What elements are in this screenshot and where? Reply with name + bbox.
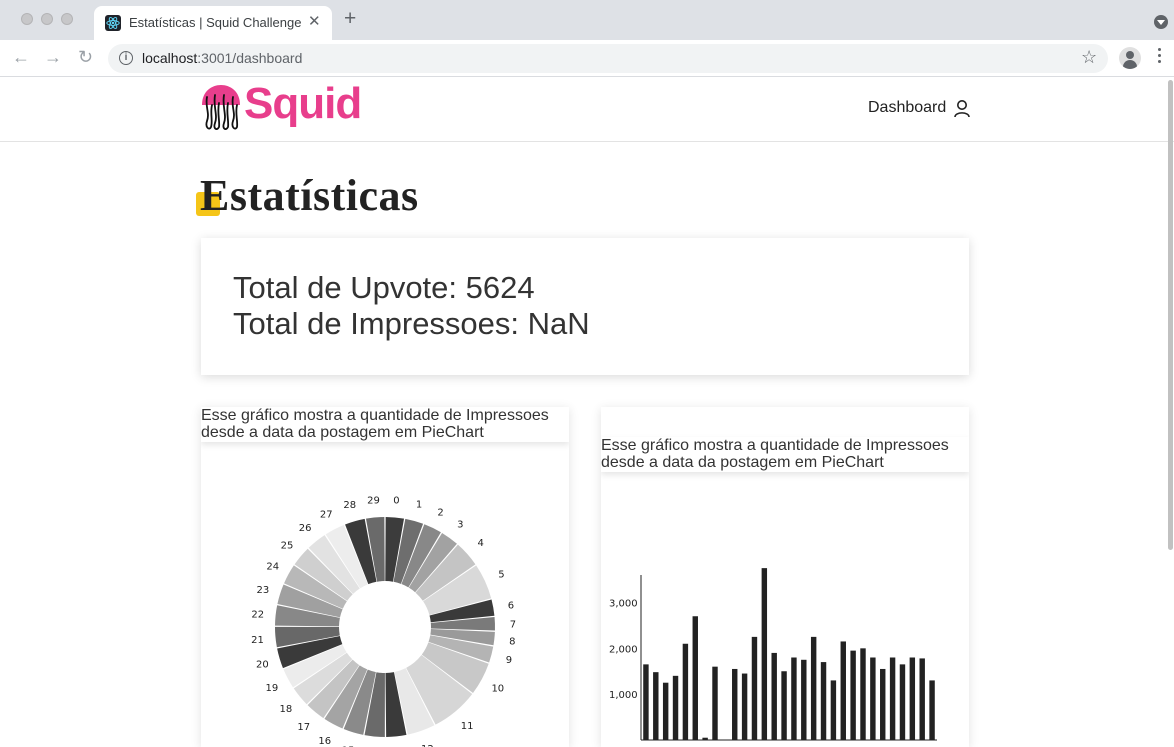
bar[interactable]	[692, 616, 698, 740]
bar[interactable]	[860, 648, 866, 740]
y-tick-label: 3,000	[609, 599, 638, 610]
bar[interactable]	[751, 636, 758, 740]
pie-slice-label: 11	[461, 721, 474, 732]
pie-slice-label: 24	[266, 562, 279, 573]
pie-slice-label: 4	[478, 538, 484, 549]
bar[interactable]	[919, 658, 925, 740]
window-close-button[interactable]	[21, 13, 33, 25]
bar[interactable]	[909, 657, 916, 741]
browser-menu-icon[interactable]	[1158, 48, 1162, 66]
bar[interactable]	[771, 652, 777, 740]
impressions-total: Total de Impressoes: NaN	[233, 306, 590, 341]
bookmark-star-icon[interactable]: ☆	[1081, 47, 1097, 68]
bar-chart-caption: Esse gráfico mostra a quantidade de Impr…	[601, 437, 969, 472]
pie-slice-label: 19	[266, 683, 279, 694]
browser-tab-strip: Estatísticas | Squid Challenge ✕ +	[0, 0, 1174, 40]
pie-chart-card: 0123456789101112131415161718192021222324…	[201, 407, 569, 747]
new-tab-button[interactable]: +	[344, 8, 356, 29]
tab-close-icon[interactable]: ✕	[308, 12, 321, 30]
pie-slice-label: 5	[498, 570, 504, 581]
bar[interactable]	[801, 659, 807, 740]
tab-search-icon[interactable]	[1154, 15, 1168, 29]
bar[interactable]	[682, 643, 689, 740]
squid-logo-icon[interactable]	[200, 83, 242, 133]
upvote-total: Total de Upvote: 5624	[233, 270, 535, 305]
pie-slice-label: 3	[457, 520, 463, 531]
forward-arrow-icon[interactable]: →	[44, 46, 62, 68]
reload-icon[interactable]: ↻	[78, 46, 93, 68]
pie-chart: 0123456789101112131415161718192021222324…	[251, 496, 516, 747]
pie-slice-label: 1	[416, 500, 422, 511]
pie-slice-label: 17	[297, 722, 310, 733]
bar[interactable]	[880, 668, 886, 740]
address-bar[interactable]: i localhost:3001/dashboard ☆	[108, 44, 1108, 73]
pie-slice-label: 18	[280, 704, 293, 715]
bar[interactable]	[870, 657, 876, 741]
bar[interactable]	[761, 568, 768, 740]
pie-slice-label: 20	[256, 660, 269, 671]
bar[interactable]	[929, 680, 935, 740]
bar[interactable]	[702, 737, 708, 740]
bar[interactable]	[741, 673, 748, 740]
pie-slice-label: 2	[437, 508, 443, 519]
pie-slice-label: 22	[251, 610, 264, 621]
browser-tab-active[interactable]: Estatísticas | Squid Challenge ✕	[94, 6, 332, 40]
pie-slice-label: 16	[318, 736, 331, 747]
pie-slice-label: 27	[320, 509, 333, 520]
window-zoom-button[interactable]	[61, 13, 73, 25]
bar[interactable]	[889, 657, 896, 741]
profile-avatar-icon[interactable]	[1119, 47, 1141, 69]
bar-caption-line-2: desde a data da postagem em PieChart	[601, 454, 884, 471]
pie-slice-label: 0	[393, 496, 399, 507]
url-text[interactable]: localhost:3001/dashboard	[142, 50, 302, 66]
page-title: Estatísticas	[200, 171, 419, 220]
pie-caption-line-2: desde a data da postagem em PieChart	[201, 424, 484, 441]
bar-chart-card: 1,000 2,000 3,000 Esse gráfico mostra a qu…	[601, 407, 969, 747]
pie-slice-label: 29	[367, 496, 380, 507]
site-header: Squid Dashboard	[0, 77, 1174, 142]
bar[interactable]	[662, 682, 669, 740]
window-minimize-button[interactable]	[41, 13, 53, 25]
bar[interactable]	[672, 675, 679, 740]
bar[interactable]	[643, 664, 649, 740]
pie-slice-label: 25	[281, 541, 294, 552]
bar[interactable]	[653, 672, 659, 740]
bar[interactable]	[781, 671, 787, 740]
bar[interactable]	[850, 650, 856, 740]
pie-slice-label: 28	[343, 500, 356, 511]
pie-slice-label: 9	[506, 655, 512, 666]
back-arrow-icon[interactable]: ←	[12, 46, 30, 68]
react-favicon-icon	[105, 15, 121, 31]
logo-text[interactable]: Squid	[244, 79, 362, 129]
info-icon[interactable]: i	[119, 51, 133, 65]
pie-slice-label: 23	[256, 585, 269, 596]
page-title-block: Estatísticas	[196, 170, 419, 221]
bar[interactable]	[899, 664, 906, 740]
pie-caption-line-1: Esse gráfico mostra a quantidade de Impr…	[201, 407, 549, 424]
pie-slice-label: 10	[491, 683, 504, 694]
bar-caption-line-1: Esse gráfico mostra a quantidade de Impr…	[601, 437, 949, 454]
tab-title: Estatísticas | Squid Challenge	[129, 15, 302, 30]
bar[interactable]	[810, 636, 817, 740]
y-tick-label: 1,000	[609, 690, 638, 701]
user-icon[interactable]	[953, 99, 971, 119]
nav-dashboard-link[interactable]: Dashboard	[868, 99, 946, 117]
stats-card: Total de Upvote: 5624 Total de Impressoe…	[201, 238, 969, 375]
bar[interactable]	[830, 680, 837, 740]
page-scrollbar[interactable]	[1168, 80, 1173, 550]
pie-slice-label: 26	[299, 523, 312, 534]
pie-chart-caption: Esse gráfico mostra a quantidade de Impr…	[201, 407, 569, 442]
bar[interactable]	[820, 662, 827, 740]
pie-slice-label: 21	[251, 635, 264, 646]
browser-toolbar: ← → ↻ i localhost:3001/dashboard ☆	[0, 40, 1174, 77]
pie-slice-label: 7	[510, 619, 516, 630]
bar[interactable]	[732, 668, 738, 740]
bar[interactable]	[840, 641, 846, 740]
pie-slice-label: 8	[509, 636, 515, 647]
bar[interactable]	[791, 657, 797, 741]
bar[interactable]	[712, 666, 718, 740]
pie-slice-label: 6	[508, 600, 514, 611]
y-tick-label: 2,000	[609, 644, 638, 655]
